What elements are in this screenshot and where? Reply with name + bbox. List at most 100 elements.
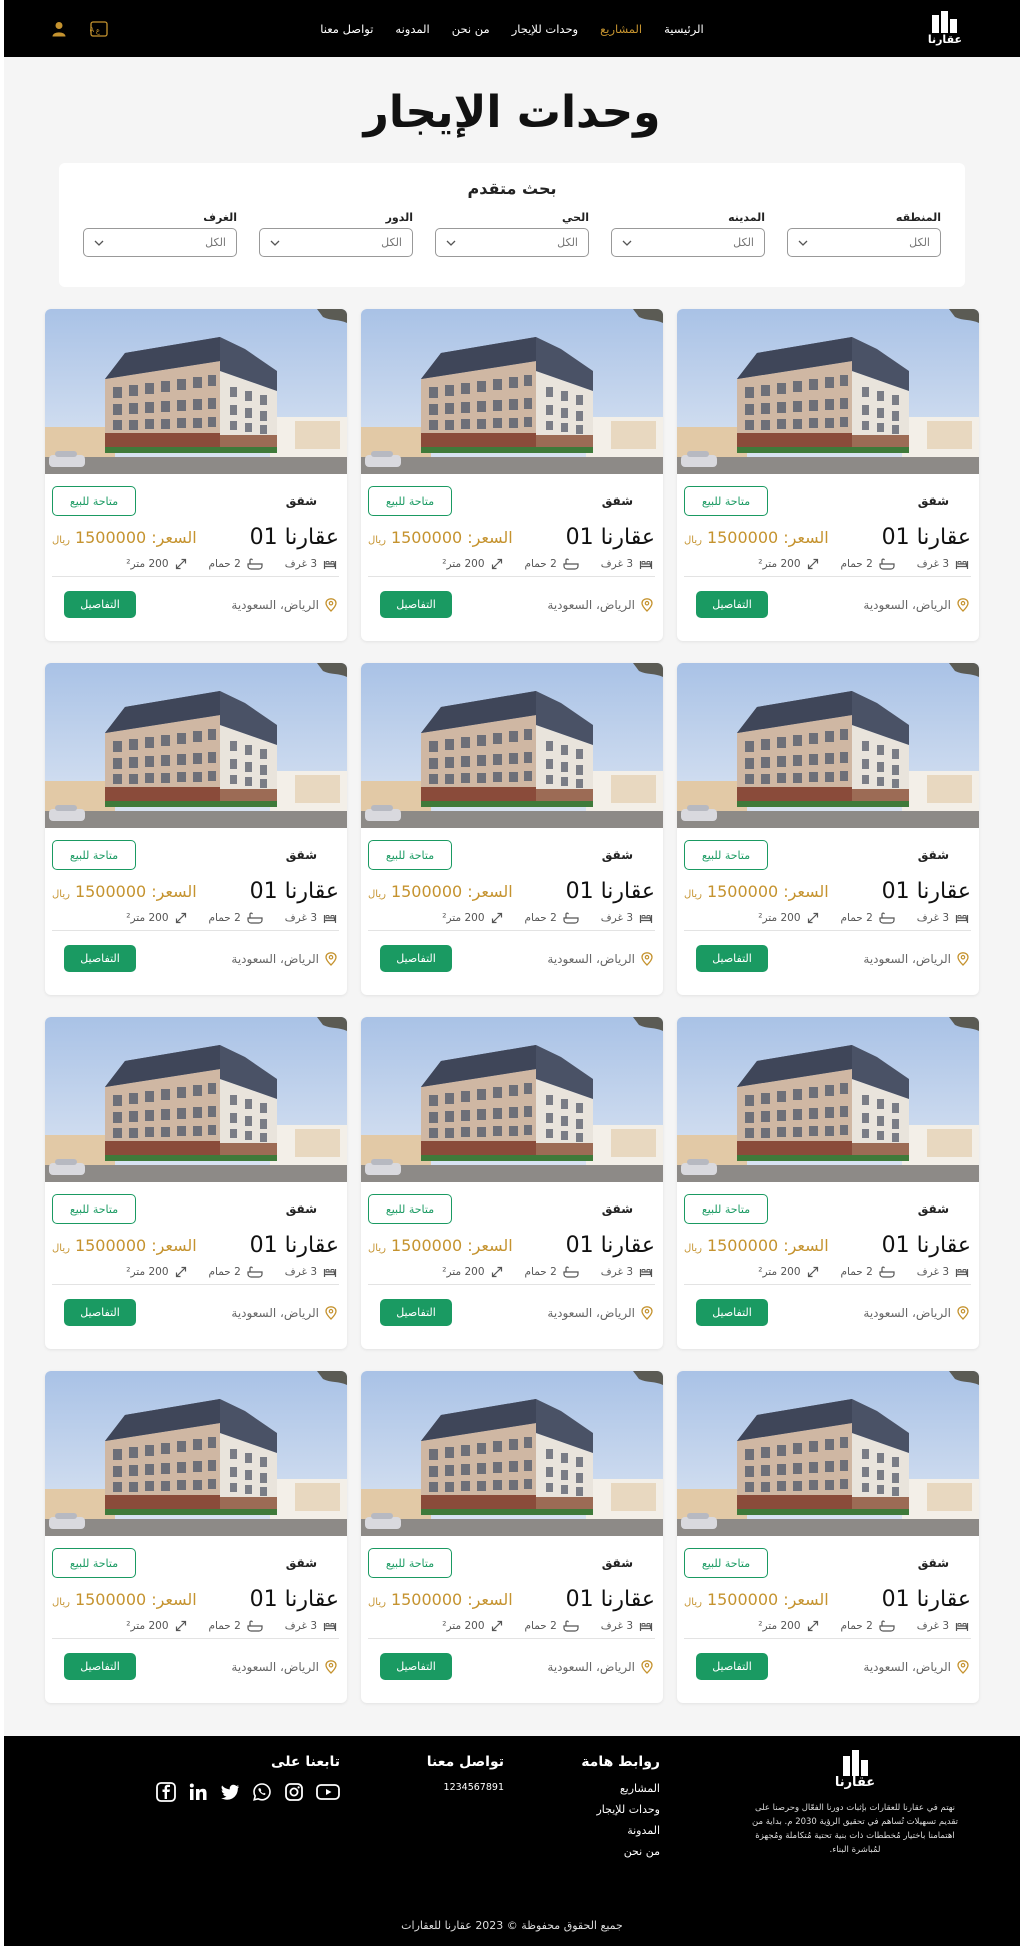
price-value: 1500000 (390, 881, 463, 901)
property-type: شقق (601, 494, 633, 508)
listing-card[interactable]: شقق متاحة للبيع عقارنا 01 السعر: 1500000 ر… (361, 663, 663, 995)
site-logo[interactable]: عقارنا (928, 11, 962, 46)
availability-badge[interactable]: متاحة للبيع (684, 1194, 768, 1224)
listing-card[interactable]: شقق متاحة للبيع عقارنا 01 السعر: 1500000 ر… (361, 309, 663, 641)
nav-item-3[interactable]: من نحن (452, 22, 490, 36)
availability-badge[interactable]: متاحة للبيع (684, 840, 768, 870)
area-size: 200 متر² (758, 1266, 801, 1278)
bed-icon (639, 912, 653, 924)
property-photo[interactable] (677, 663, 979, 828)
details-button[interactable]: التفاصيل (696, 1653, 768, 1680)
details-button[interactable]: التفاصيل (380, 591, 452, 618)
availability-badge[interactable]: متاحة للبيع (368, 1194, 452, 1224)
filter-1: المدينه الكل (611, 211, 765, 257)
filter-select[interactable]: الكل (259, 228, 413, 257)
details-button[interactable]: التفاصيل (696, 945, 768, 972)
listing-card[interactable]: شقق متاحة للبيع عقارنا 01 السعر: 1500000 ر… (677, 1017, 979, 1349)
listing-card-body: شقق متاحة للبيع عقارنا 01 السعر: 1500000 ر… (45, 1536, 347, 1680)
nav-item-1[interactable]: المشاريع (600, 22, 642, 36)
listing-card[interactable]: شقق متاحة للبيع عقارنا 01 السعر: 1500000 ر… (677, 663, 979, 995)
details-button[interactable]: التفاصيل (696, 1299, 768, 1326)
property-features: 3 غرف 2 حمام 200 متر² (52, 554, 339, 577)
listing-card[interactable]: شقق متاحة للبيع عقارنا 01 السعر: 1500000 ر… (677, 1371, 979, 1703)
property-photo[interactable] (677, 1371, 979, 1536)
property-type: شقق (601, 1556, 633, 1570)
details-button[interactable]: التفاصيل (64, 1299, 136, 1326)
property-photo[interactable] (45, 663, 347, 828)
instagram-icon[interactable] (284, 1782, 304, 1802)
availability-badge[interactable]: متاحة للبيع (52, 486, 136, 516)
price-currency: ريال (52, 888, 70, 900)
bathtub-icon (563, 1266, 579, 1278)
footer-phone[interactable]: 1234567891 (427, 1782, 504, 1793)
filter-select[interactable]: الكل (435, 228, 589, 257)
rooms-feature: 3 غرف (285, 912, 337, 924)
property-location: الرياض، السعودية (863, 1306, 969, 1320)
footer-logo[interactable]: عقارنا (835, 1750, 875, 1789)
listing-card[interactable]: شقق متاحة للبيع عقارنا 01 السعر: 1500000 ر… (361, 1017, 663, 1349)
nav-item-2[interactable]: وحدات للإيجار (512, 22, 578, 36)
property-price: السعر: 1500000 ريال (368, 1590, 513, 1609)
area-size: 200 متر² (442, 558, 485, 570)
details-button[interactable]: التفاصيل (64, 1653, 136, 1680)
property-price: السعر: 1500000 ريال (368, 528, 513, 547)
details-button[interactable]: التفاصيل (380, 1653, 452, 1680)
linkedin-icon[interactable] (188, 1782, 208, 1802)
listing-card[interactable]: شقق متاحة للبيع عقارنا 01 السعر: 1500000 ر… (677, 309, 979, 641)
availability-badge[interactable]: متاحة للبيع (52, 1194, 136, 1224)
listing-card[interactable]: شقق متاحة للبيع عقارنا 01 السعر: 1500000 ر… (45, 663, 347, 995)
property-photo[interactable] (677, 1017, 979, 1182)
listing-card-body: شقق متاحة للبيع عقارنا 01 السعر: 1500000 ر… (45, 828, 347, 972)
details-button[interactable]: التفاصيل (696, 591, 768, 618)
filter-select[interactable]: الكل (611, 228, 765, 257)
baths-count: 2 حمام (840, 1266, 873, 1278)
youtube-icon[interactable] (316, 1782, 340, 1802)
property-photo[interactable] (45, 1017, 347, 1182)
listing-card[interactable]: شقق متاحة للبيع عقارنا 01 السعر: 1500000 ر… (361, 1371, 663, 1703)
listing-card[interactable]: شقق متاحة للبيع عقارنا 01 السعر: 1500000 ر… (45, 1371, 347, 1703)
footer-link-0[interactable]: المشاريع (581, 1782, 660, 1795)
filter-select[interactable]: الكل (787, 228, 941, 257)
availability-badge[interactable]: متاحة للبيع (368, 486, 452, 516)
facebook-icon[interactable] (156, 1782, 176, 1802)
details-button[interactable]: التفاصيل (380, 1299, 452, 1326)
price-currency: ريال (684, 534, 702, 546)
availability-badge[interactable]: متاحة للبيع (52, 840, 136, 870)
twitter-icon[interactable] (220, 1782, 240, 1802)
property-photo[interactable] (361, 1371, 663, 1536)
property-photo[interactable] (361, 309, 663, 474)
property-photo[interactable] (45, 309, 347, 474)
availability-badge[interactable]: متاحة للبيع (684, 486, 768, 516)
property-photo[interactable] (361, 1017, 663, 1182)
listing-card[interactable]: شقق متاحة للبيع عقارنا 01 السعر: 1500000 ر… (45, 309, 347, 641)
nav-item-4[interactable]: المدونه (395, 22, 429, 36)
user-icon[interactable] (52, 21, 66, 37)
bed-icon (639, 1620, 653, 1632)
listing-card[interactable]: شقق متاحة للبيع عقارنا 01 السعر: 1500000 ر… (45, 1017, 347, 1349)
details-button[interactable]: التفاصيل (64, 945, 136, 972)
filter-value: الكل (909, 236, 930, 249)
filter-select[interactable]: الكل (83, 228, 237, 257)
footer-link-3[interactable]: من نحن (581, 1845, 660, 1858)
page: عقارنا الرئيسية المشاريع وحدات للإيجار من ن… (4, 0, 1020, 1946)
availability-badge[interactable]: متاحة للبيع (368, 1548, 452, 1578)
property-photo[interactable] (45, 1371, 347, 1536)
price-currency: ريال (52, 1596, 70, 1608)
nav-item-0[interactable]: الرئيسية (664, 22, 704, 36)
property-photo[interactable] (361, 663, 663, 828)
availability-badge[interactable]: متاحة للبيع (684, 1548, 768, 1578)
property-photo[interactable] (677, 309, 979, 474)
translate-icon[interactable]: Aع (90, 20, 108, 37)
footer-link-1[interactable]: وحدات للإيجار (581, 1803, 660, 1816)
details-button[interactable]: التفاصيل (380, 945, 452, 972)
footer-link-2[interactable]: المدونة (581, 1824, 660, 1837)
search-filters: المنطقه الكل المدينه الكل الحي الكل الدور الكل ا… (83, 211, 941, 257)
availability-badge[interactable]: متاحة للبيع (52, 1548, 136, 1578)
availability-badge[interactable]: متاحة للبيع (368, 840, 452, 870)
building-logo-icon (932, 11, 958, 33)
price-currency: ريال (368, 534, 386, 546)
details-button[interactable]: التفاصيل (64, 591, 136, 618)
whatsapp-icon[interactable] (252, 1782, 272, 1802)
property-price: السعر: 1500000 ريال (368, 1236, 513, 1255)
nav-item-5[interactable]: تواصل معنا (320, 22, 373, 36)
